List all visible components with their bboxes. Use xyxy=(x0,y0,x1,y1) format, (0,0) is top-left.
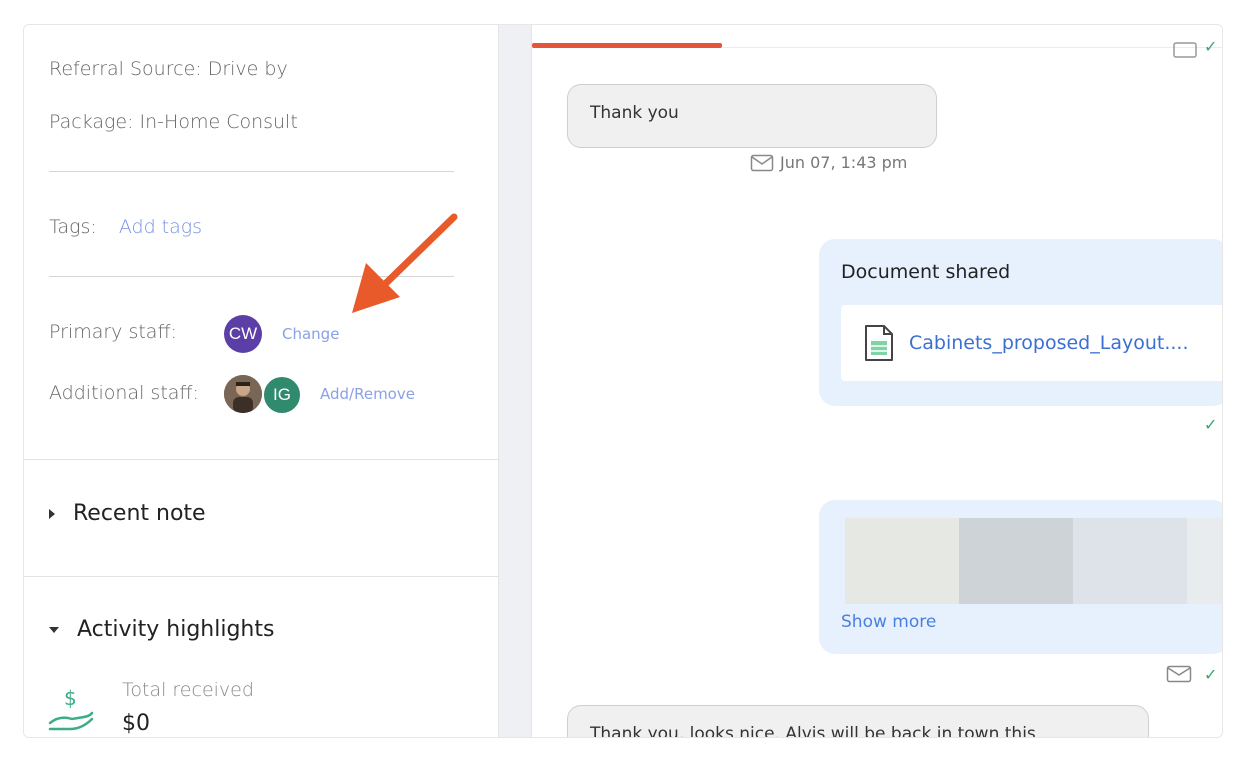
delivered-check-icon: ✓ xyxy=(1204,665,1218,684)
primary-staff-avatar[interactable]: CW xyxy=(224,315,262,353)
mail-icon xyxy=(750,154,774,171)
message-text: Thank you, looks nice. Alvis will be bac… xyxy=(590,724,1036,738)
caret-down-icon xyxy=(49,626,59,633)
mail-icon xyxy=(1173,42,1197,58)
activity-highlights-toggle[interactable]: Activity highlights xyxy=(49,617,274,642)
recent-note-title: Recent note xyxy=(73,501,206,526)
contact-details-panel: Referral Source: Drive by Package: In-Ho… xyxy=(24,25,499,737)
staff-photo-avatar[interactable] xyxy=(224,375,262,413)
outgoing-document-bubble[interactable]: Document shared Cabinets_proposed_Layout… xyxy=(819,239,1222,406)
delivered-check-icon: ✓ xyxy=(1204,37,1218,56)
document-file-icon xyxy=(865,325,893,361)
message-text: Thank you xyxy=(590,103,679,123)
additional-staff-label: Additional staff: xyxy=(49,382,199,404)
incoming-message-bubble[interactable]: Thank you xyxy=(567,84,937,148)
package: Package: In-Home Consult xyxy=(49,111,298,133)
show-more-link[interactable]: Show more xyxy=(841,612,936,632)
app-frame: Referral Source: Drive by Package: In-Ho… xyxy=(23,24,1223,738)
primary-staff-label: Primary staff: xyxy=(49,321,177,343)
activity-highlights-title: Activity highlights xyxy=(77,617,275,642)
section-divider xyxy=(24,459,498,460)
incoming-message-bubble[interactable]: Thank you, looks nice. Alvis will be bac… xyxy=(567,705,1149,738)
blurred-content xyxy=(1187,518,1222,604)
blurred-content xyxy=(845,518,959,604)
add-remove-staff-link[interactable]: Add/Remove xyxy=(320,385,415,403)
blurred-content xyxy=(959,518,1073,604)
total-received-label: Total received xyxy=(122,679,254,701)
message-time: Jun 07, 1:43 pm xyxy=(780,153,908,172)
message-meta: Jun 07, 1:43 pm xyxy=(750,153,907,172)
loading-progress-bar xyxy=(532,43,722,48)
annotation-arrow-icon xyxy=(352,213,458,313)
delivered-check-icon: ✓ xyxy=(1204,415,1218,434)
conversation-panel: ✓ Thank you Jun 07, 1:43 pm Document sha… xyxy=(532,25,1222,737)
document-shared-title: Document shared xyxy=(841,261,1011,283)
caret-right-icon xyxy=(49,508,55,519)
svg-text:$: $ xyxy=(64,686,77,710)
money-hand-icon: $ xyxy=(48,686,94,731)
document-file-name[interactable]: Cabinets_proposed_Layout.... xyxy=(909,332,1189,354)
divider xyxy=(49,171,454,172)
mail-icon xyxy=(1166,665,1192,683)
change-staff-link[interactable]: Change xyxy=(282,325,339,343)
tags-row: Tags: Add tags xyxy=(49,216,202,238)
total-received-value: $0 xyxy=(122,711,150,736)
tags-label: Tags: xyxy=(49,216,97,238)
additional-staff-avatar[interactable]: IG xyxy=(262,375,302,415)
recent-note-toggle[interactable]: Recent note xyxy=(49,501,206,526)
blurred-content xyxy=(1073,518,1187,604)
document-attachment[interactable]: Cabinets_proposed_Layout.... xyxy=(841,305,1222,381)
section-divider xyxy=(24,576,498,577)
panel-gutter xyxy=(499,25,532,737)
referral-source: Referral Source: Drive by xyxy=(49,58,288,80)
add-tags-link[interactable]: Add tags xyxy=(119,216,202,238)
outgoing-message-bubble[interactable]: Show more xyxy=(819,500,1222,654)
person-photo-icon xyxy=(224,375,262,413)
